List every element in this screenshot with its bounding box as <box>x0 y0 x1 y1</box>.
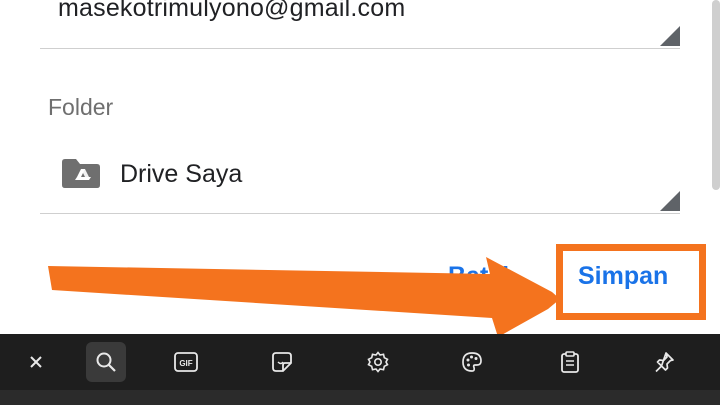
folder-field[interactable]: Drive Saya <box>40 146 680 214</box>
cancel-button[interactable]: Batal <box>448 262 509 291</box>
svg-text:GIF: GIF <box>179 359 192 368</box>
dropdown-corner-icon <box>660 26 680 46</box>
pin-icon[interactable] <box>644 342 684 382</box>
settings-icon[interactable] <box>358 342 398 382</box>
close-icon[interactable] <box>16 342 56 382</box>
folder-label: Folder <box>48 94 114 120</box>
drive-folder-icon <box>60 156 102 195</box>
palette-icon[interactable] <box>452 342 492 382</box>
folder-value: Drive Saya <box>120 160 243 188</box>
account-email: masekotrimulyono@gmail.com <box>58 0 406 22</box>
save-button[interactable]: Simpan <box>578 262 668 291</box>
sticker-icon[interactable] <box>262 342 302 382</box>
keyboard-area <box>0 390 720 405</box>
gif-icon[interactable]: GIF <box>166 342 206 382</box>
clipboard-icon[interactable] <box>550 342 590 382</box>
dropdown-corner-icon <box>660 191 680 211</box>
search-icon[interactable] <box>86 342 126 382</box>
account-field[interactable]: masekotrimulyono@gmail.com <box>40 0 680 49</box>
scrollbar[interactable] <box>712 0 720 190</box>
keyboard-toolbar: GIF <box>0 334 720 390</box>
